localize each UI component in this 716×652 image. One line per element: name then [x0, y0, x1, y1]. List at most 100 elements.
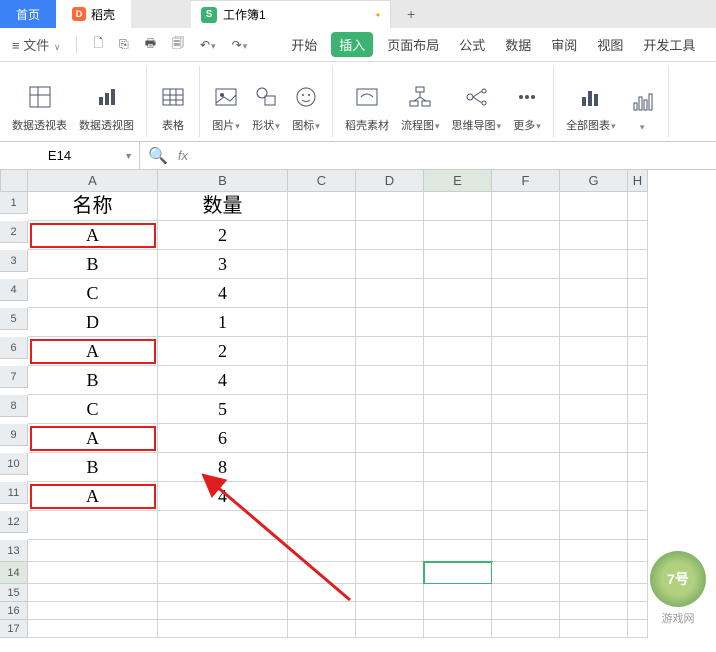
column-header[interactable]: D: [356, 170, 424, 192]
name-box[interactable]: E14 ▼: [0, 142, 140, 169]
cell[interactable]: [492, 540, 560, 562]
cell[interactable]: [424, 395, 492, 424]
cell[interactable]: A: [28, 482, 158, 511]
cell[interactable]: [356, 279, 424, 308]
allcharts-button[interactable]: 全部图表▾: [560, 75, 622, 137]
cell[interactable]: 3: [158, 250, 288, 279]
cell[interactable]: [560, 395, 628, 424]
cell[interactable]: [424, 482, 492, 511]
row-header[interactable]: 9: [0, 424, 28, 446]
cell[interactable]: [492, 395, 560, 424]
cell[interactable]: [560, 308, 628, 337]
cell[interactable]: [628, 562, 648, 584]
cell[interactable]: 2: [158, 221, 288, 250]
cell[interactable]: [560, 620, 628, 638]
cell[interactable]: [628, 482, 648, 511]
cell[interactable]: [356, 395, 424, 424]
menu-insert[interactable]: 插入: [331, 32, 373, 57]
cell[interactable]: [356, 192, 424, 221]
cell[interactable]: B: [28, 453, 158, 482]
cell[interactable]: [356, 562, 424, 584]
cell[interactable]: [492, 511, 560, 540]
cell[interactable]: 数量: [158, 192, 288, 221]
cell[interactable]: [424, 221, 492, 250]
cell[interactable]: 5: [158, 395, 288, 424]
select-all-corner[interactable]: [0, 170, 28, 192]
cell[interactable]: [288, 308, 356, 337]
new-tab-button[interactable]: +: [391, 0, 431, 28]
fx-icon[interactable]: fx: [178, 148, 188, 163]
row-header[interactable]: 5: [0, 308, 28, 330]
row-header[interactable]: 10: [0, 453, 28, 475]
menu-data[interactable]: 数据: [499, 31, 537, 58]
cell[interactable]: C: [28, 279, 158, 308]
cell[interactable]: [628, 279, 648, 308]
name-box-dropdown[interactable]: ▼: [124, 151, 133, 161]
tab-home[interactable]: 首页: [0, 0, 56, 28]
cell[interactable]: [28, 620, 158, 638]
dk-asset-button[interactable]: 稻壳素材: [339, 75, 395, 137]
cell[interactable]: [492, 482, 560, 511]
menu-review[interactable]: 审阅: [545, 31, 583, 58]
icon-button[interactable]: 图标▾: [286, 75, 326, 137]
cell[interactable]: [288, 279, 356, 308]
shapes-button[interactable]: 形状▾: [246, 75, 286, 137]
cell[interactable]: 4: [158, 366, 288, 395]
cell[interactable]: [492, 192, 560, 221]
cell[interactable]: [424, 562, 492, 584]
row-header[interactable]: 11: [0, 482, 28, 504]
print-preview-icon[interactable]: 🗐: [168, 32, 188, 57]
cell[interactable]: [628, 250, 648, 279]
cell[interactable]: [492, 250, 560, 279]
cell[interactable]: [492, 620, 560, 638]
cell[interactable]: [560, 562, 628, 584]
cell[interactable]: [628, 584, 648, 602]
cell[interactable]: [424, 337, 492, 366]
row-header[interactable]: 6: [0, 337, 28, 359]
cell[interactable]: [492, 221, 560, 250]
cell[interactable]: [288, 540, 356, 562]
row-header[interactable]: 14: [0, 562, 28, 584]
tab-workbook[interactable]: S 工作簿1 •: [191, 0, 391, 28]
cell[interactable]: [628, 395, 648, 424]
cell[interactable]: [492, 366, 560, 395]
menu-dev[interactable]: 开发工具: [637, 31, 701, 58]
cell[interactable]: [288, 250, 356, 279]
cell[interactable]: [560, 279, 628, 308]
cell[interactable]: 6: [158, 424, 288, 453]
cell[interactable]: [628, 511, 648, 540]
cell[interactable]: [288, 482, 356, 511]
cell[interactable]: [628, 453, 648, 482]
save-as-icon[interactable]: ⎘: [115, 35, 133, 54]
cell[interactable]: [28, 511, 158, 540]
cell[interactable]: [288, 602, 356, 620]
cell[interactable]: [560, 584, 628, 602]
cell[interactable]: [492, 453, 560, 482]
cell[interactable]: [628, 221, 648, 250]
flowchart-button[interactable]: 流程图▾: [395, 75, 446, 137]
cell[interactable]: [424, 308, 492, 337]
spreadsheet-grid[interactable]: ABCDEFGH1名称数量2A23B34C45D16A27B48C59A610B…: [0, 170, 716, 638]
column-header[interactable]: F: [492, 170, 560, 192]
cell[interactable]: [356, 308, 424, 337]
cell[interactable]: [560, 250, 628, 279]
table-button[interactable]: 表格: [153, 75, 193, 137]
cell[interactable]: [492, 424, 560, 453]
cell[interactable]: [356, 221, 424, 250]
cell[interactable]: [288, 395, 356, 424]
app-menu-button[interactable]: ≡ 文件 ∨: [8, 33, 64, 56]
cell[interactable]: [356, 337, 424, 366]
cell[interactable]: [492, 584, 560, 602]
cell[interactable]: [492, 308, 560, 337]
cell[interactable]: [158, 540, 288, 562]
cell[interactable]: [492, 602, 560, 620]
cell[interactable]: [424, 453, 492, 482]
row-header[interactable]: 13: [0, 540, 28, 562]
row-header[interactable]: 15: [0, 584, 28, 602]
cell[interactable]: [560, 221, 628, 250]
cell[interactable]: [356, 511, 424, 540]
column-header[interactable]: C: [288, 170, 356, 192]
cell[interactable]: [424, 279, 492, 308]
row-header[interactable]: 7: [0, 366, 28, 388]
cell[interactable]: [560, 337, 628, 366]
